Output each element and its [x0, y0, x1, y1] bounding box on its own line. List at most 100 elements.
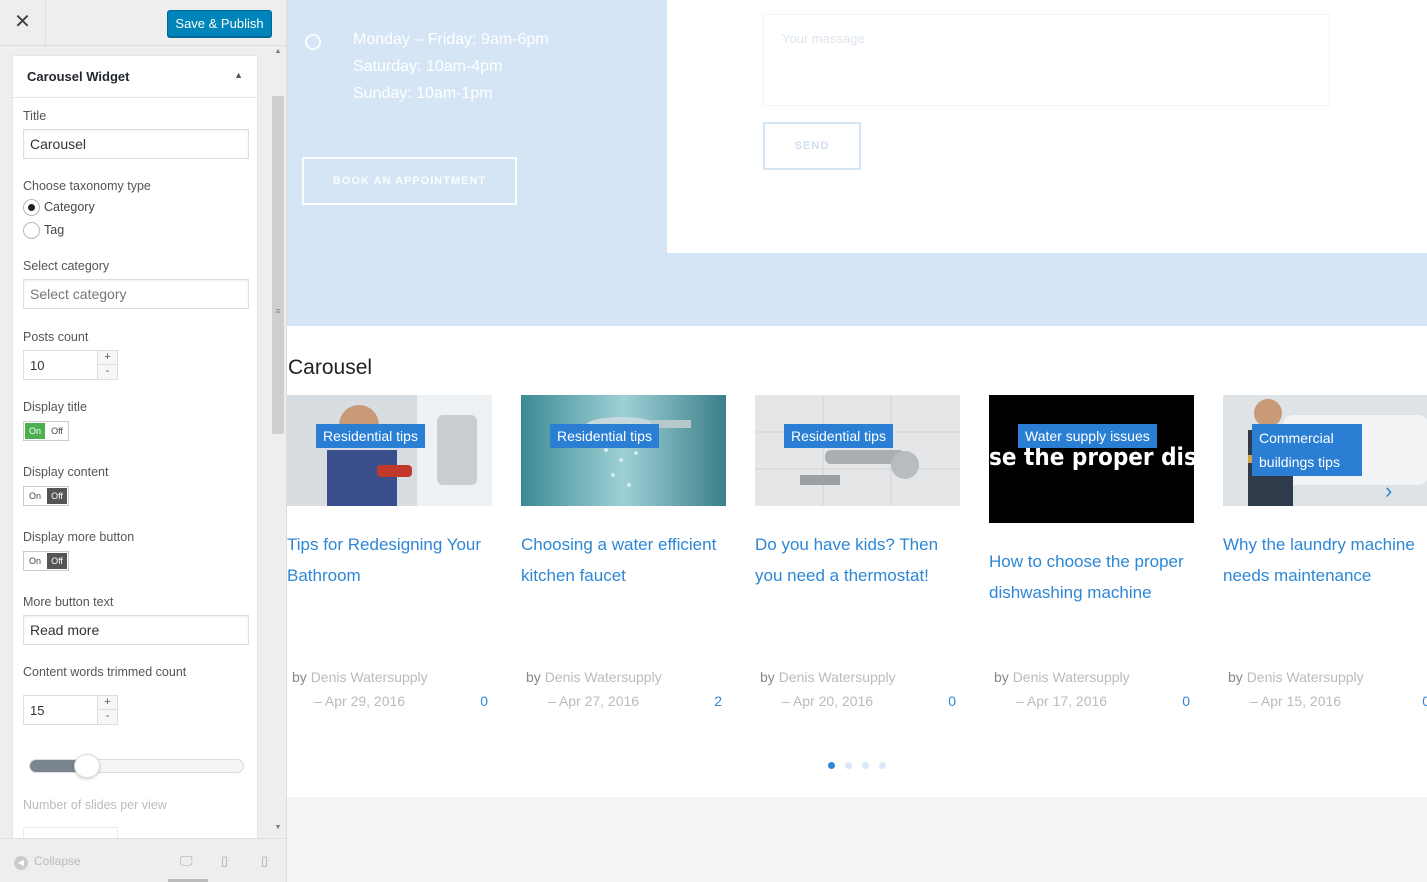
trim-count-decrement[interactable]: - — [97, 710, 117, 724]
post-image[interactable]: Residential tips — [755, 395, 960, 506]
post-title[interactable]: Tips for Redesigning Your Bathroom — [287, 529, 492, 591]
more-text-input[interactable]: Read more — [23, 615, 249, 645]
post-category-tag[interactable]: Residential tips — [550, 424, 659, 448]
scroll-grip-icon: ≡ — [275, 306, 281, 316]
post-image[interactable]: Commercial buildings tips — [1223, 395, 1427, 506]
toggle-on: On — [25, 423, 45, 439]
radio-category[interactable] — [23, 199, 40, 216]
slides-per-view-label: Number of slides per view — [23, 798, 167, 812]
post-author[interactable]: Denis Watersupply — [779, 669, 896, 685]
toggle-on: On — [28, 556, 41, 566]
radio-tag[interactable] — [23, 222, 40, 239]
close-icon[interactable]: ✕ — [0, 0, 46, 46]
book-appointment-button[interactable]: BOOK AN APPOINTMENT — [302, 157, 517, 205]
trim-count-label: Content words trimmed count — [23, 665, 187, 679]
trim-count-value[interactable]: 15 — [30, 703, 44, 718]
carousel-card[interactable]: Residential tips Choosing a water effici… — [521, 395, 726, 709]
post-byline: by Denis Watersupply — [760, 669, 896, 685]
post-title[interactable]: Why the laundry machine needs maintenanc… — [1223, 529, 1427, 591]
comment-count[interactable]: 0 — [480, 693, 488, 709]
display-more-label: Display more button — [23, 530, 135, 544]
comment-count[interactable]: 0 — [948, 693, 956, 709]
display-content-toggle[interactable]: On Off — [23, 486, 69, 506]
posts-count-label: Posts count — [23, 330, 89, 344]
by-label: by — [526, 669, 541, 685]
post-byline: by Denis Watersupply — [1228, 669, 1364, 685]
save-publish-button[interactable]: Save & Publish — [167, 10, 272, 37]
radio-category-label: Category — [44, 199, 95, 214]
post-title[interactable]: Choosing a water efficient kitchen fauce… — [521, 529, 726, 591]
post-title[interactable]: Do you have kids? Then you need a thermo… — [755, 529, 960, 591]
post-date: – Apr 29, 2016 — [314, 693, 406, 709]
comment-count[interactable]: 0 — [1182, 693, 1190, 709]
post-category-tag[interactable]: Residential tips — [784, 424, 893, 448]
desktop-icon[interactable]: 🖵 — [180, 853, 193, 869]
collapse-arrow-icon[interactable]: ▲ — [234, 70, 243, 80]
clock-icon — [305, 34, 321, 50]
taxonomy-label: Choose taxonomy type — [23, 179, 151, 193]
post-date: – Apr 20, 2016 — [782, 693, 874, 709]
trim-count-increment[interactable]: + — [97, 696, 117, 710]
post-author[interactable]: Denis Watersupply — [1247, 669, 1364, 685]
post-byline: by Denis Watersupply — [526, 669, 662, 685]
comment-count[interactable]: 0 — [1422, 693, 1427, 709]
message-textarea[interactable]: Your massage — [763, 14, 1330, 106]
by-label: by — [760, 669, 775, 685]
posts-count-stepper[interactable]: 10 + - — [23, 350, 118, 380]
post-image[interactable]: Residential tips — [521, 395, 726, 506]
post-title[interactable]: How to choose the proper dishwashing mac… — [989, 546, 1194, 608]
post-category-tag[interactable]: Water supply issues — [1018, 424, 1157, 448]
carousel-card[interactable]: Residential tips Do you have kids? Then … — [755, 395, 960, 709]
category-select[interactable]: Select category — [23, 279, 249, 309]
taxonomy-option-tag[interactable]: Tag — [23, 222, 64, 240]
customizer-footer: ◀ Collapse 🖵 ▯ ▯ — [0, 838, 286, 882]
chevron-right-icon[interactable]: › — [1385, 478, 1392, 504]
pagination-dot[interactable] — [879, 762, 886, 769]
customizer-header: ✕ Save & Publish — [0, 0, 286, 46]
post-author[interactable]: Denis Watersupply — [311, 669, 428, 685]
trim-count-stepper[interactable]: 15 + - — [23, 695, 118, 725]
carousel-widget-form: Carousel Widget ▲ Title Carousel Choose … — [12, 55, 258, 838]
posts-count-decrement[interactable]: - — [97, 365, 117, 379]
comment-count[interactable]: 2 — [714, 693, 722, 709]
carousel-card[interactable]: Commercial buildings tips Why the laundr… — [1223, 395, 1427, 709]
post-category-tag[interactable]: Residential tips — [316, 424, 425, 448]
send-button[interactable]: SEND — [763, 122, 861, 170]
contact-form: Your massage SEND — [667, 0, 1427, 253]
carousel-card[interactable]: Residential tips Tips for Redesigning Yo… — [287, 395, 492, 709]
post-image[interactable]: Residential tips — [287, 395, 492, 506]
post-author[interactable]: Denis Watersupply — [1013, 669, 1130, 685]
title-input[interactable]: Carousel — [23, 129, 249, 159]
hours-weekdays: Monday – Friday: 9am-6pm — [353, 31, 549, 48]
widget-title: Carousel Widget — [27, 69, 130, 84]
pagination-dot[interactable] — [828, 762, 835, 769]
post-author[interactable]: Denis Watersupply — [545, 669, 662, 685]
scroll-down-icon[interactable]: ▼ — [270, 824, 286, 831]
hours-saturday: Saturday: 10am-4pm — [353, 58, 503, 75]
carousel-card[interactable]: se the proper dishwas Water supply issue… — [989, 395, 1194, 709]
widget-header[interactable]: Carousel Widget ▲ — [13, 56, 257, 98]
tablet-icon[interactable]: ▯ — [221, 853, 228, 869]
posts-count-value[interactable]: 10 — [30, 358, 44, 373]
post-category-tag[interactable]: Commercial buildings tips — [1252, 424, 1362, 476]
post-image[interactable]: se the proper dishwas Water supply issue… — [989, 395, 1194, 523]
by-label: by — [292, 669, 307, 685]
taxonomy-option-category[interactable]: Category — [23, 199, 95, 217]
scrollbar-thumb[interactable]: ≡ — [272, 96, 284, 434]
site-preview: Monday – Friday: 9am-6pm Saturday: 10am-… — [287, 0, 1427, 882]
display-more-toggle[interactable]: On Off — [23, 551, 69, 571]
pagination-dot[interactable] — [862, 762, 869, 769]
collapse-button[interactable]: ◀ Collapse — [14, 854, 81, 870]
toggle-off: Off — [47, 553, 67, 569]
slider-handle[interactable] — [74, 754, 100, 778]
collapse-label: Collapse — [34, 854, 81, 868]
display-title-toggle[interactable]: On Off — [23, 421, 69, 441]
posts-count-increment[interactable]: + — [97, 351, 117, 365]
mobile-icon[interactable]: ▯ — [261, 853, 268, 869]
slides-per-view-stepper[interactable] — [23, 827, 118, 838]
slides-slider[interactable] — [29, 754, 244, 778]
pagination-dot[interactable] — [845, 762, 852, 769]
toggle-off: Off — [47, 488, 67, 504]
panel-scrollbar[interactable]: ▲ ≡ ▼ — [270, 46, 286, 838]
scroll-up-icon[interactable]: ▲ — [270, 48, 286, 55]
